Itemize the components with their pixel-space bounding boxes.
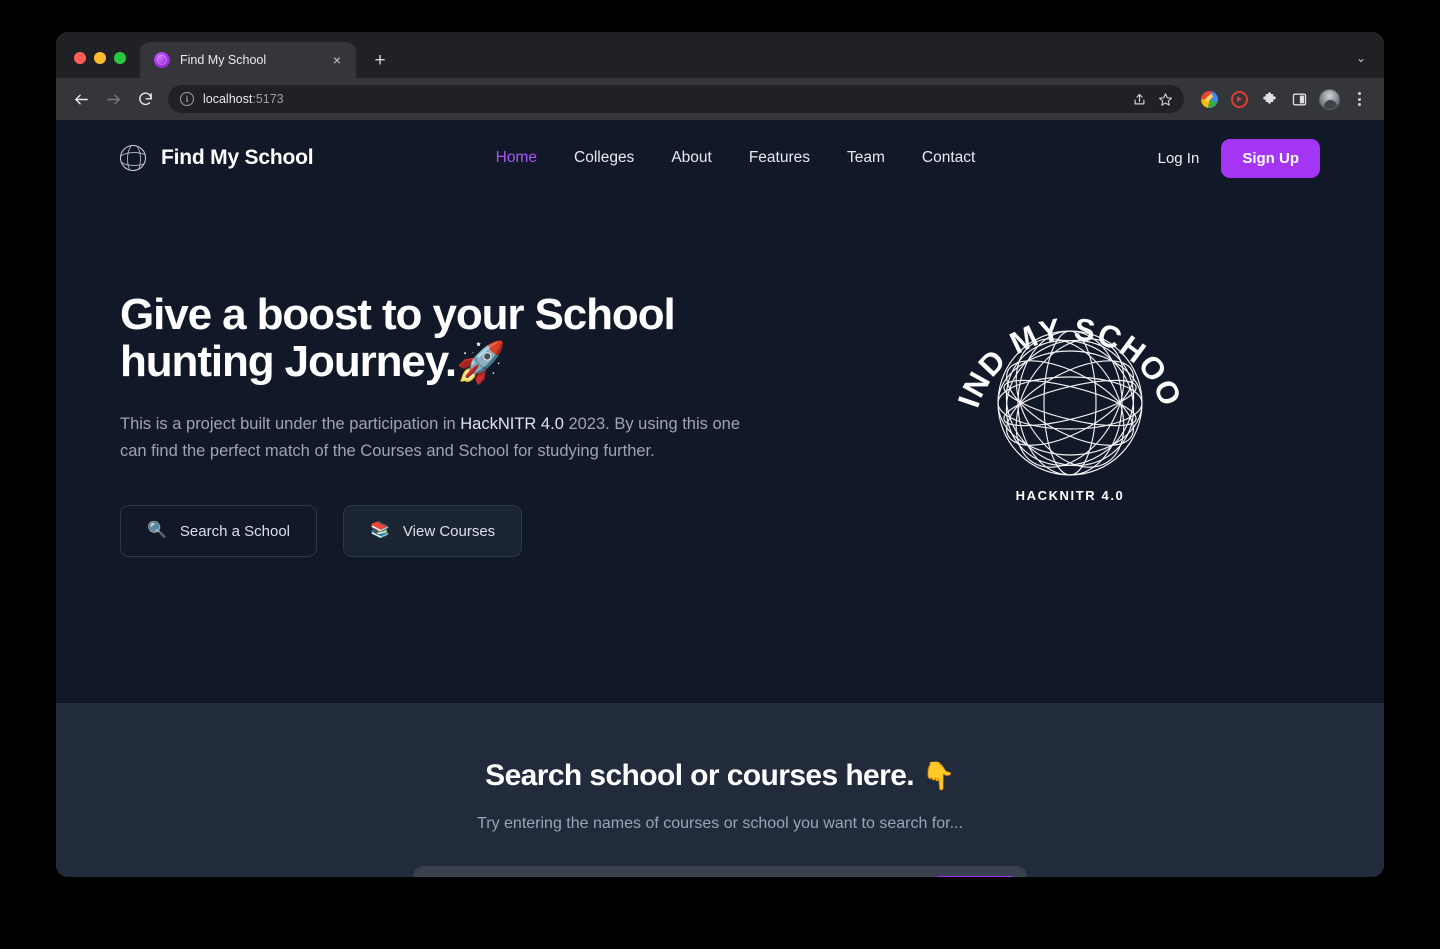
svg-text:FIND MY SCHOOL: FIND MY SCHOOL bbox=[950, 278, 1189, 412]
search-section-note: Try entering the names of courses or sch… bbox=[477, 815, 963, 832]
header-actions: Log In Sign Up bbox=[1158, 138, 1320, 178]
puzzle-extension-icon[interactable] bbox=[1256, 86, 1282, 112]
search-title-text: Search school or courses here. bbox=[485, 759, 915, 792]
find-my-school-globe-logo: FIND MY SCHOOL bbox=[950, 278, 1190, 508]
minimize-window-button[interactable] bbox=[94, 52, 106, 64]
brand[interactable]: Find My School bbox=[120, 145, 314, 171]
search-bar[interactable]: Search bbox=[413, 866, 1027, 877]
search-section-title: Search school or courses here. 👇 bbox=[120, 759, 1320, 793]
hero-title: Give a boost to your School hunting Journ… bbox=[120, 290, 730, 386]
hero-title-line1: Give a boost to your School bbox=[120, 290, 676, 339]
back-icon[interactable] bbox=[66, 84, 96, 114]
nav-item-features[interactable]: Features bbox=[749, 149, 810, 167]
nav-item-home[interactable]: Home bbox=[496, 149, 537, 167]
magnifier-icon: 🔍 bbox=[147, 522, 167, 540]
search-a-school-button[interactable]: 🔍 Search a School bbox=[120, 505, 317, 558]
rocket-icon: 🚀 bbox=[456, 340, 506, 385]
maximize-window-button[interactable] bbox=[114, 52, 126, 64]
browser-toolbar: i localhost:5173 bbox=[56, 78, 1384, 120]
globe-logo-icon bbox=[120, 145, 146, 171]
url-host: localhost bbox=[203, 92, 253, 106]
kebab-menu-icon[interactable] bbox=[1346, 86, 1372, 112]
hero-artwork: FIND MY SCHOOL bbox=[820, 268, 1320, 703]
close-icon[interactable]: × bbox=[328, 51, 346, 69]
address-bar[interactable]: i localhost:5173 bbox=[168, 85, 1184, 113]
close-window-button[interactable] bbox=[74, 52, 86, 64]
chevron-down-icon[interactable]: ⌄ bbox=[1356, 51, 1384, 78]
tab-title: Find My School bbox=[180, 53, 267, 67]
main-nav: Home Colleges About Features Team Contac… bbox=[313, 149, 1157, 167]
colorful-extension-icon[interactable] bbox=[1196, 86, 1222, 112]
nav-item-team[interactable]: Team bbox=[847, 149, 885, 167]
nav-item-colleges[interactable]: Colleges bbox=[574, 149, 634, 167]
site-info-icon[interactable]: i bbox=[180, 92, 194, 106]
forward-icon[interactable] bbox=[98, 84, 128, 114]
profile-avatar[interactable] bbox=[1316, 86, 1342, 112]
omnibox-actions bbox=[293, 88, 1178, 110]
globe-favicon-icon bbox=[154, 52, 170, 68]
nav-item-about[interactable]: About bbox=[671, 149, 712, 167]
login-link[interactable]: Log In bbox=[1158, 150, 1200, 167]
hero-sub-part1: This is a project built under the partic… bbox=[120, 415, 461, 434]
logo-arc-text: FIND MY SCHOOL bbox=[950, 278, 1187, 412]
view-courses-button[interactable]: 📚 View Courses bbox=[343, 505, 523, 558]
hero-title-line2: hunting Journey. bbox=[120, 336, 457, 386]
hero-cta-group: 🔍 Search a School 📚 View Courses bbox=[120, 505, 820, 558]
logo-bottom-text: HACKNITR 4.0 bbox=[1016, 488, 1125, 503]
record-extension-icon[interactable] bbox=[1226, 86, 1252, 112]
hero-sub-highlight: HackNITR 4.0 bbox=[460, 415, 564, 434]
search-section: Search school or courses here. 👇 Try ent… bbox=[56, 703, 1384, 877]
bookmark-star-icon[interactable] bbox=[1154, 88, 1176, 110]
site-header: Find My School Home Colleges About Featu… bbox=[56, 120, 1384, 196]
books-icon: 📚 bbox=[370, 522, 390, 540]
browser-window: Find My School × + ⌄ i localhost:5173 Fi… bbox=[56, 32, 1384, 877]
nav-item-contact[interactable]: Contact bbox=[922, 149, 975, 167]
browser-tabstrip: Find My School × + ⌄ bbox=[56, 32, 1384, 78]
brand-name: Find My School bbox=[161, 146, 314, 169]
hero-subtitle: This is a project built under the partic… bbox=[120, 411, 765, 465]
url-port: :5173 bbox=[252, 92, 284, 106]
signup-button[interactable]: Sign Up bbox=[1221, 138, 1320, 178]
window-traffic-lights bbox=[56, 52, 140, 78]
url-text: localhost:5173 bbox=[203, 92, 284, 106]
search-submit-button[interactable]: Search bbox=[931, 875, 1018, 877]
view-courses-label: View Courses bbox=[402, 522, 496, 540]
page-viewport: Find My School Home Colleges About Featu… bbox=[56, 120, 1384, 877]
search-a-school-label: Search a School bbox=[179, 522, 290, 540]
new-tab-button[interactable]: + bbox=[366, 46, 394, 74]
hero-section: Give a boost to your School hunting Journ… bbox=[56, 196, 1384, 703]
browser-tab-active[interactable]: Find My School × bbox=[140, 42, 356, 78]
reload-icon[interactable] bbox=[130, 84, 160, 114]
side-panel-icon[interactable] bbox=[1286, 86, 1312, 112]
share-icon[interactable] bbox=[1128, 88, 1150, 110]
pointing-down-icon: 👇 bbox=[921, 761, 956, 791]
hero-content: Give a boost to your School hunting Journ… bbox=[120, 268, 820, 703]
